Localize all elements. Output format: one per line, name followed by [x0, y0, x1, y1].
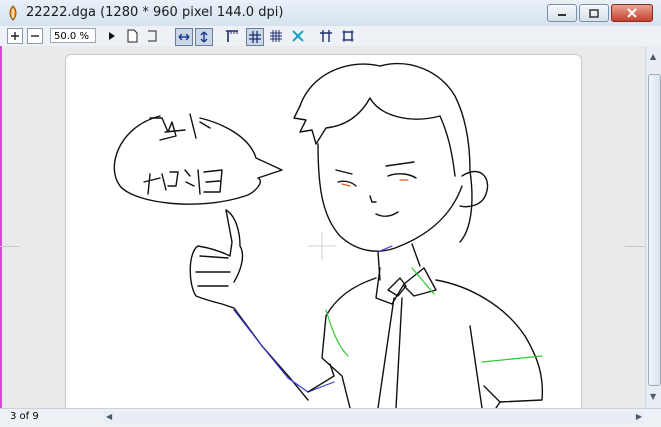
nose-and-mouth	[369, 195, 399, 217]
hair-outline	[299, 62, 473, 243]
left-shoulder	[321, 277, 377, 408]
center-crosshair	[307, 231, 337, 261]
scroll-left-icon[interactable]: ◀	[106, 412, 112, 421]
eyes-and-brows	[335, 161, 417, 187]
scroll-up-icon[interactable]: ▲	[650, 52, 656, 61]
fit-window-icon	[292, 30, 304, 42]
vertical-arrows-icon	[200, 31, 208, 43]
fit-window-button[interactable]	[290, 28, 306, 44]
left-sleeve-green-line	[325, 309, 349, 357]
elbow-cuff	[307, 363, 335, 393]
grid-icon	[249, 31, 261, 43]
page-icon	[127, 29, 138, 43]
zoom-out-button[interactable]	[27, 28, 43, 44]
right-ear	[459, 170, 489, 208]
app-window: 22222.dga (1280 * 960 pixel 144.0 dpi) 5…	[0, 0, 661, 427]
minus-icon	[31, 35, 39, 37]
maximize-button[interactable]	[579, 4, 609, 22]
grid-button[interactable]	[246, 28, 264, 46]
zoom-input[interactable]: 50.0 %	[50, 28, 96, 43]
speech-text-glyphs-2	[143, 169, 223, 195]
vertical-scrollbar[interactable]: ▲ ▼	[645, 46, 661, 408]
frame-button[interactable]	[340, 28, 356, 44]
app-icon	[9, 5, 17, 21]
maximize-icon	[589, 8, 599, 18]
horizontal-scrollbar[interactable]: ◀ ▶	[104, 411, 644, 424]
minimize-button[interactable]	[547, 4, 577, 22]
page-counter: 3 of 9	[10, 411, 39, 422]
fit-height-button[interactable]	[195, 28, 213, 46]
page-fold-icon	[148, 30, 157, 42]
right-side-body	[469, 325, 501, 408]
small-grid-button[interactable]	[268, 28, 284, 44]
minimize-icon	[558, 14, 566, 16]
line-art-drawing[interactable]	[0, 46, 645, 408]
canvas-area[interactable]	[0, 46, 645, 408]
horizontal-arrows-icon	[178, 33, 190, 41]
ruler-button[interactable]	[224, 28, 240, 44]
plus-icon	[11, 32, 19, 40]
frame-icon	[342, 30, 354, 42]
scroll-down-icon[interactable]: ▼	[650, 392, 656, 401]
fit-width-button[interactable]	[175, 28, 193, 46]
window-controls	[547, 4, 653, 22]
right-shoulder	[435, 279, 544, 403]
zoom-in-button[interactable]	[7, 28, 23, 44]
play-icon	[109, 32, 115, 40]
page-portrait-button[interactable]	[124, 28, 140, 44]
close-icon	[627, 8, 637, 18]
eye-highlight-left	[341, 183, 351, 187]
thumbs-up-hand	[195, 209, 244, 287]
close-button[interactable]	[611, 4, 653, 22]
title-bar: 22222.dga (1280 * 960 pixel 144.0 dpi)	[0, 0, 661, 27]
arm-outline	[189, 209, 309, 401]
guide-icon	[320, 30, 332, 42]
speech-bubble	[113, 115, 283, 205]
window-title: 22222.dga (1280 * 960 pixel 144.0 dpi)	[26, 5, 284, 20]
guide-button[interactable]	[318, 28, 334, 44]
scroll-right-icon[interactable]: ▶	[636, 412, 642, 421]
page-fold-button[interactable]	[144, 28, 160, 44]
ruler-icon	[226, 30, 238, 42]
face-outline	[317, 143, 463, 252]
vertical-scroll-thumb[interactable]	[648, 74, 661, 386]
zoom-play-button[interactable]	[104, 28, 120, 44]
necktie	[377, 277, 407, 408]
status-bar: 3 of 9 ◀ ▶	[0, 408, 661, 427]
small-grid-icon	[270, 30, 282, 42]
toolbar: 50.0 %	[0, 26, 661, 47]
arm-blue-line	[233, 309, 335, 393]
sleeve-green-line	[481, 355, 543, 363]
